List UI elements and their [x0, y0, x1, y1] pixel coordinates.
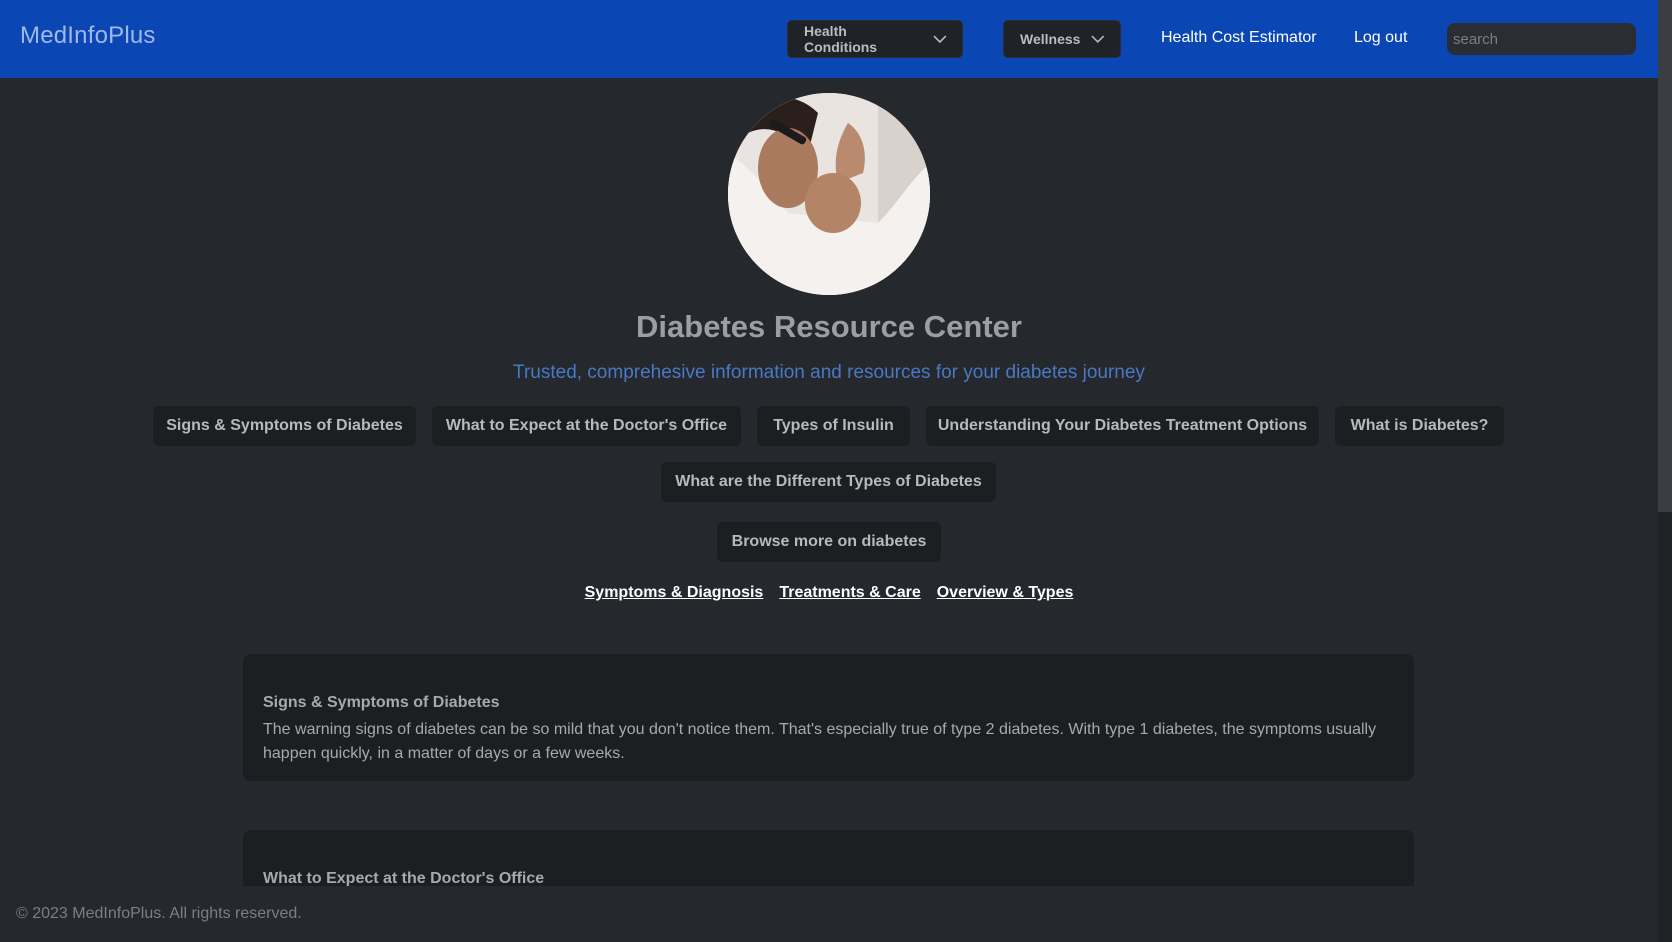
topic-chip-doctors-office[interactable]: What to Expect at the Doctor's Office: [432, 406, 741, 446]
search-input[interactable]: [1447, 23, 1636, 55]
health-conditions-dropdown[interactable]: Health Conditions: [787, 20, 963, 58]
wellness-label: Wellness: [1020, 31, 1081, 47]
article-card-title[interactable]: Signs & Symptoms of Diabetes: [263, 694, 1394, 712]
article-card[interactable]: Signs & Symptoms of Diabetes The warning…: [243, 654, 1414, 781]
hero-illustration: [728, 93, 930, 295]
topic-chip-insulin-types[interactable]: Types of Insulin: [757, 406, 910, 446]
article-card-body: The warning signs of diabetes can be so …: [263, 721, 1377, 762]
footer: © 2023 MedInfoPlus. All rights reserved.: [0, 886, 1658, 942]
category-links: Symptoms & Diagnosis Treatments & Care O…: [0, 584, 1658, 602]
top-navbar: MedInfoPlus Health Conditions Wellness H…: [0, 0, 1658, 78]
browse-more-button[interactable]: Browse more on diabetes: [717, 522, 941, 562]
treatments-care-link[interactable]: Treatments & Care: [779, 584, 920, 602]
scrollbar-thumb[interactable]: [1658, 0, 1672, 512]
topic-chip-diabetes-types[interactable]: What are the Different Types of Diabetes: [661, 462, 996, 502]
copyright-text: © 2023 MedInfoPlus. All rights reserved.: [16, 905, 302, 922]
wellness-dropdown[interactable]: Wellness: [1003, 20, 1121, 58]
chevron-down-icon: [933, 35, 947, 44]
page-title: Diabetes Resource Center: [636, 309, 1022, 344]
symptoms-diagnosis-link[interactable]: Symptoms & Diagnosis: [585, 584, 764, 602]
topic-chip-what-is-diabetes[interactable]: What is Diabetes?: [1335, 406, 1504, 446]
brand-logo[interactable]: MedInfoPlus: [20, 22, 156, 50]
topic-chip-treatment-options[interactable]: Understanding Your Diabetes Treatment Op…: [926, 406, 1319, 446]
topic-chip-signs-symptoms[interactable]: Signs & Symptoms of Diabetes: [153, 406, 416, 446]
health-cost-estimator-link[interactable]: Health Cost Estimator: [1161, 29, 1317, 47]
chevron-down-icon: [1091, 35, 1105, 44]
hero-image: [728, 93, 930, 295]
page: MedInfoPlus Health Conditions Wellness H…: [0, 0, 1672, 942]
overview-types-link[interactable]: Overview & Types: [937, 584, 1074, 602]
health-conditions-label: Health Conditions: [804, 23, 878, 55]
logout-link[interactable]: Log out: [1354, 29, 1407, 47]
page-subtitle: Trusted, comprehesive information and re…: [513, 362, 1145, 383]
